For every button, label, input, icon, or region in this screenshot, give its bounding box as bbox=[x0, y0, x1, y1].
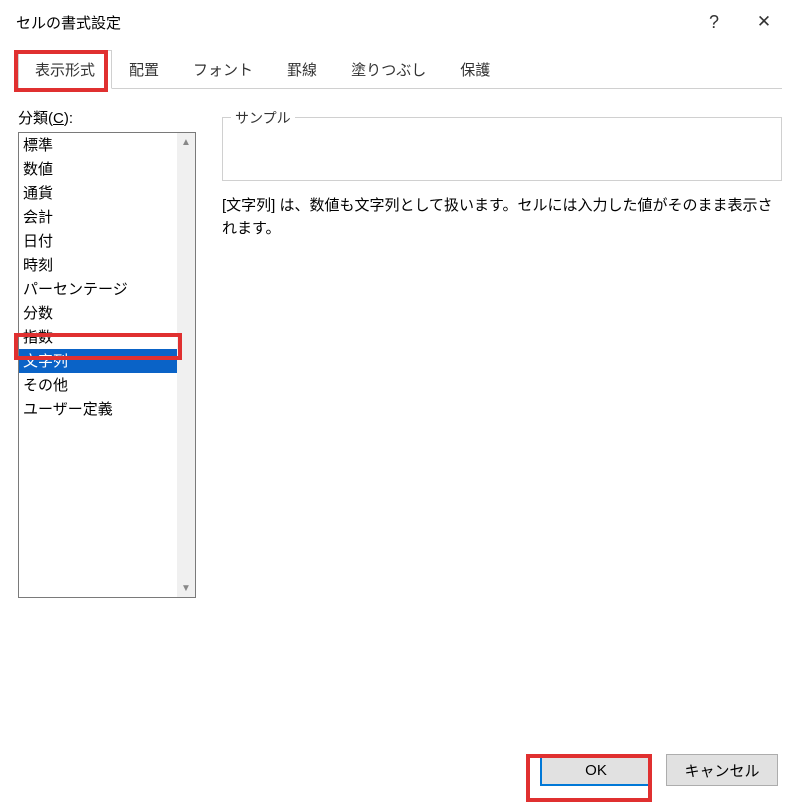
dialog-title: セルの書式設定 bbox=[16, 12, 704, 33]
detail-column: サンプル [文字列] は、数値も文字列として扱います。セルには入力した値がそのま… bbox=[222, 107, 782, 742]
list-item-number[interactable]: 数値 bbox=[19, 157, 177, 181]
list-item-custom[interactable]: ユーザー定義 bbox=[19, 397, 177, 421]
category-label-accelerator: C bbox=[53, 110, 64, 127]
list-item-text[interactable]: 文字列 bbox=[19, 349, 177, 373]
list-item-fraction[interactable]: 分数 bbox=[19, 301, 177, 325]
button-row: OK キャンセル bbox=[0, 742, 800, 812]
format-cells-dialog: セルの書式設定 ? ✕ 表示形式 配置 フォント 罫線 塗りつぶし 保護 分類(… bbox=[0, 0, 800, 812]
tab-fill[interactable]: 塗りつぶし bbox=[334, 50, 443, 88]
scroll-up-icon[interactable]: ▲ bbox=[177, 133, 195, 151]
ok-button[interactable]: OK bbox=[540, 754, 652, 786]
listbox-scrollbar[interactable]: ▲ ▼ bbox=[177, 133, 195, 597]
list-item-general[interactable]: 標準 bbox=[19, 133, 177, 157]
content-area: 表示形式 配置 フォント 罫線 塗りつぶし 保護 分類(C): 標準 数値 通貨… bbox=[0, 44, 800, 742]
list-item-time[interactable]: 時刻 bbox=[19, 253, 177, 277]
titlebar: セルの書式設定 ? ✕ bbox=[0, 0, 800, 44]
format-description: [文字列] は、数値も文字列として扱います。セルには入力した値がそのまま表示され… bbox=[222, 195, 782, 240]
sample-group: サンプル bbox=[222, 117, 782, 181]
category-listbox[interactable]: 標準 数値 通貨 会計 日付 時刻 パーセンテージ 分数 指数 文字列 その他 … bbox=[18, 132, 196, 598]
tab-protection[interactable]: 保護 bbox=[443, 50, 507, 88]
close-button[interactable]: ✕ bbox=[754, 12, 774, 32]
tab-font[interactable]: フォント bbox=[176, 50, 270, 88]
tab-number-format[interactable]: 表示形式 bbox=[18, 50, 112, 89]
help-button[interactable]: ? bbox=[704, 12, 724, 32]
category-label: 分類(C): bbox=[18, 107, 196, 128]
category-label-prefix: 分類( bbox=[18, 110, 53, 127]
tab-alignment[interactable]: 配置 bbox=[112, 50, 176, 88]
list-item-special[interactable]: その他 bbox=[19, 373, 177, 397]
list-item-currency[interactable]: 通貨 bbox=[19, 181, 177, 205]
list-item-scientific[interactable]: 指数 bbox=[19, 325, 177, 349]
list-item-date[interactable]: 日付 bbox=[19, 229, 177, 253]
scroll-down-icon[interactable]: ▼ bbox=[177, 579, 195, 597]
tabs: 表示形式 配置 フォント 罫線 塗りつぶし 保護 bbox=[18, 50, 782, 89]
tab-border[interactable]: 罫線 bbox=[270, 50, 334, 88]
cancel-button[interactable]: キャンセル bbox=[666, 754, 778, 786]
category-column: 分類(C): 標準 数値 通貨 会計 日付 時刻 パーセンテージ 分数 指数 文… bbox=[18, 107, 196, 742]
list-item-accounting[interactable]: 会計 bbox=[19, 205, 177, 229]
category-list-scroll: 標準 数値 通貨 会計 日付 時刻 パーセンテージ 分数 指数 文字列 その他 … bbox=[19, 133, 177, 597]
category-label-suffix: ): bbox=[64, 110, 73, 127]
list-item-percentage[interactable]: パーセンテージ bbox=[19, 277, 177, 301]
main-panel: 分類(C): 標準 数値 通貨 会計 日付 時刻 パーセンテージ 分数 指数 文… bbox=[18, 89, 782, 742]
sample-legend: サンプル bbox=[231, 108, 295, 128]
titlebar-buttons: ? ✕ bbox=[704, 12, 792, 32]
